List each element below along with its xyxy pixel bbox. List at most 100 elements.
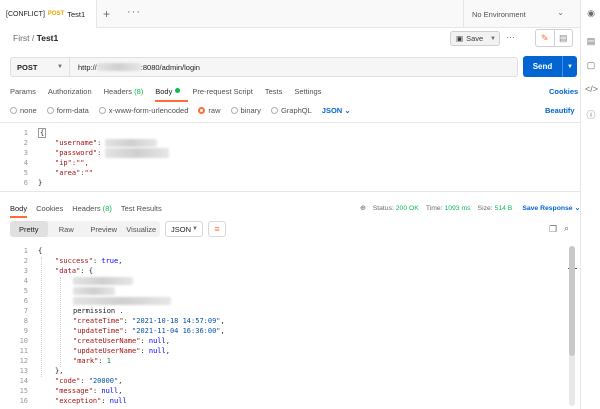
conflict-label: [CONFLICT] bbox=[6, 10, 45, 18]
active-dot-icon bbox=[175, 88, 181, 93]
redacted-value bbox=[105, 148, 169, 158]
send-button[interactable]: Send ▼ bbox=[523, 56, 577, 77]
code-line: "updateUserName": null, bbox=[73, 347, 170, 355]
breadcrumb-separator: / bbox=[31, 33, 35, 43]
body-option-label: binary bbox=[240, 106, 261, 115]
chevron-down-icon: ⌄ bbox=[557, 8, 564, 17]
body-option-raw[interactable]: raw bbox=[198, 106, 221, 115]
json-value: . bbox=[119, 307, 124, 315]
request-tabs: Params Authorization Headers (8) Body Pr… bbox=[10, 87, 321, 102]
body-option-graphql[interactable]: GraphQL bbox=[270, 106, 312, 115]
json-key: "message" bbox=[55, 387, 93, 395]
new-tab-plus-icon[interactable]: + bbox=[103, 7, 110, 21]
code-line: "createTime": "2021-10-18 14:57:09", bbox=[73, 317, 225, 325]
globe-icon: ⊕ bbox=[360, 205, 366, 212]
comments-icon[interactable]: ▤ bbox=[553, 30, 573, 46]
edit-pencil-icon[interactable]: ✎ bbox=[536, 30, 554, 46]
code-brace: } bbox=[38, 179, 43, 187]
search-icon[interactable]: ⌕ bbox=[564, 223, 569, 234]
code-icon[interactable]: </> bbox=[585, 84, 598, 96]
environment-select[interactable]: No Environment ⌄ bbox=[463, 0, 571, 28]
line-number: 3 bbox=[23, 267, 28, 275]
more-actions-icon[interactable]: ··· bbox=[506, 32, 515, 42]
eye-icon[interactable]: ◉ bbox=[585, 8, 597, 20]
breadcrumb-parent[interactable]: First bbox=[13, 33, 30, 43]
tab-pre-request-script[interactable]: Pre-request Script bbox=[192, 87, 252, 96]
line-number: 5 bbox=[23, 169, 28, 177]
save-icon: ▣ bbox=[456, 34, 464, 43]
tab-response-headers[interactable]: Headers (8) bbox=[72, 204, 112, 213]
code-line: "createUserName": null, bbox=[73, 337, 170, 345]
json-key: "updateUserName" bbox=[73, 347, 141, 355]
chevron-down-icon[interactable]: ▼ bbox=[562, 56, 577, 77]
body-option-binary[interactable]: binary bbox=[230, 106, 261, 115]
code-brace: }, bbox=[55, 367, 64, 375]
url-suffix: :8080/admin/login bbox=[140, 62, 200, 72]
wrap-lines-icon[interactable]: ≡ bbox=[208, 221, 226, 237]
code-key: "password": bbox=[55, 149, 102, 157]
view-pretty[interactable]: Pretty bbox=[10, 221, 48, 237]
redacted-line bbox=[73, 287, 115, 295]
code-line: "code": "20000", bbox=[55, 377, 123, 385]
comment-icon[interactable]: ▢ bbox=[585, 60, 597, 72]
save-button[interactable]: ▣ Save ▼ bbox=[450, 31, 500, 46]
line-number: 10 bbox=[19, 337, 28, 345]
view-preview[interactable]: Preview bbox=[85, 221, 123, 237]
request-body-editor[interactable]: 1 2 3 4 5 6 { "username": "password": "i… bbox=[0, 122, 580, 269]
tab-name: Test1 bbox=[67, 9, 86, 19]
line-number: 14 bbox=[19, 377, 28, 385]
chevron-down-icon: ▼ bbox=[490, 35, 496, 42]
tab-tests[interactable]: Tests bbox=[265, 87, 283, 96]
breadcrumb-current: Test1 bbox=[36, 33, 59, 43]
more-tabs-icon[interactable]: ··· bbox=[127, 6, 141, 18]
json-key: "mark" bbox=[73, 357, 99, 365]
tab-headers[interactable]: Headers (8) bbox=[104, 87, 144, 96]
code-line: "exception": null bbox=[55, 397, 127, 405]
json-value: "2021-10-18 14:57:09" bbox=[132, 317, 221, 325]
json-key: "createTime" bbox=[73, 317, 124, 325]
line-number: 6 bbox=[23, 297, 28, 305]
json-key: permission bbox=[73, 307, 116, 315]
response-format-select[interactable]: JSON ▼ bbox=[165, 221, 203, 237]
tab-test-results[interactable]: Test Results bbox=[121, 204, 162, 213]
copy-icon[interactable]: ❐ bbox=[549, 224, 557, 235]
tab-response-cookies[interactable]: Cookies bbox=[36, 204, 63, 213]
save-response-label: Save Response bbox=[522, 205, 573, 212]
json-value: true bbox=[101, 257, 119, 265]
tab-body[interactable]: Body bbox=[155, 87, 189, 102]
headers-count: (8) bbox=[102, 204, 112, 213]
body-format-select[interactable]: JSON ⌄ bbox=[322, 106, 351, 115]
body-option-none[interactable]: none bbox=[10, 106, 37, 115]
json-key: "createUserName" bbox=[73, 337, 141, 345]
json-value: { bbox=[88, 267, 93, 275]
tab-params[interactable]: Params bbox=[10, 87, 36, 96]
line-number: 1 bbox=[23, 247, 28, 255]
documentation-icon[interactable]: ▤ bbox=[585, 36, 597, 48]
tab-authorization[interactable]: Authorization bbox=[48, 87, 92, 96]
info-icon[interactable]: ⓘ bbox=[585, 108, 597, 120]
beautify-link[interactable]: Beautify bbox=[545, 106, 575, 115]
line-number: 3 bbox=[23, 149, 28, 157]
tab-response-body[interactable]: Body bbox=[10, 204, 28, 218]
json-value: "2021-11-04 16:36:00" bbox=[132, 327, 221, 335]
size-value: 514 B bbox=[494, 204, 513, 212]
save-response-button[interactable]: Save Response ⌄ bbox=[522, 204, 580, 212]
chevron-down-icon: ⌄ bbox=[344, 106, 351, 115]
chevron-down-icon: ▼ bbox=[192, 226, 198, 232]
tab-settings[interactable]: Settings bbox=[294, 87, 321, 96]
cookies-link[interactable]: Cookies bbox=[549, 87, 578, 96]
method-label: POST bbox=[17, 62, 38, 72]
method-select[interactable]: POST ▼ bbox=[11, 58, 70, 76]
url-input[interactable]: http:// :8080/admin/login bbox=[70, 63, 200, 72]
code-brace: { bbox=[38, 128, 47, 138]
radio-icon bbox=[230, 107, 238, 114]
view-visualize[interactable]: Visualize bbox=[123, 221, 161, 237]
line-number: 16 bbox=[19, 397, 28, 405]
tab-body-label: Body bbox=[155, 87, 173, 96]
response-scrollbar[interactable] bbox=[569, 246, 575, 406]
request-tab[interactable]: [CONFLICT] POST Test1 bbox=[0, 0, 97, 28]
body-option-form-data[interactable]: form-data bbox=[46, 106, 89, 115]
response-body-viewer[interactable]: 1 2 3 4 5 6 7 8 9 10 11 12 13 14 15 16 {… bbox=[0, 243, 580, 409]
body-option-urlencoded[interactable]: x-www-form-urlencoded bbox=[98, 106, 188, 115]
view-raw[interactable]: Raw bbox=[48, 221, 86, 237]
